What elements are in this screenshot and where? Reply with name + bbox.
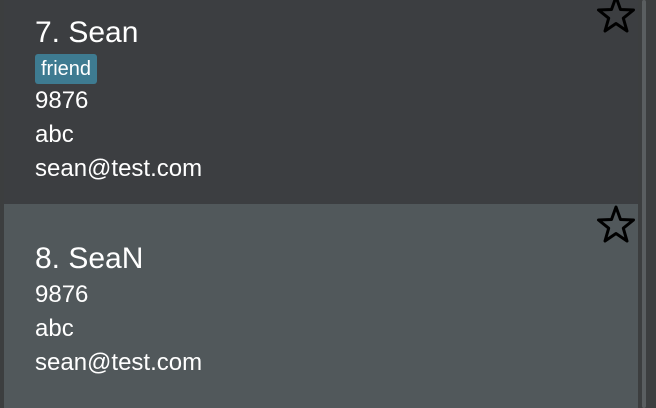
contact-list: 7. Sean friend 9876 abc sean@test.com 8.… — [4, 0, 638, 408]
contact-card-8[interactable]: 8. SeaN 9876 abc sean@test.com — [4, 204, 638, 408]
scrollbar-thumb[interactable] — [642, 0, 646, 408]
contact-phone: 9876 — [35, 87, 89, 114]
contact-name: 7. Sean — [35, 16, 139, 49]
tag-badge: friend — [35, 54, 98, 84]
scrollbar-track[interactable] — [638, 0, 656, 408]
contact-address: abc — [35, 121, 74, 148]
contact-card-7[interactable]: 7. Sean friend 9876 abc sean@test.com — [4, 0, 638, 204]
contact-phone: 9876 — [35, 281, 89, 308]
contact-name: 8. SeaN — [35, 242, 144, 275]
favorite-star-icon[interactable] — [595, 0, 637, 36]
contact-email: sean@test.com — [35, 349, 203, 376]
contact-address: abc — [35, 315, 74, 342]
favorite-star-icon[interactable] — [595, 204, 637, 246]
contact-email: sean@test.com — [35, 155, 203, 182]
